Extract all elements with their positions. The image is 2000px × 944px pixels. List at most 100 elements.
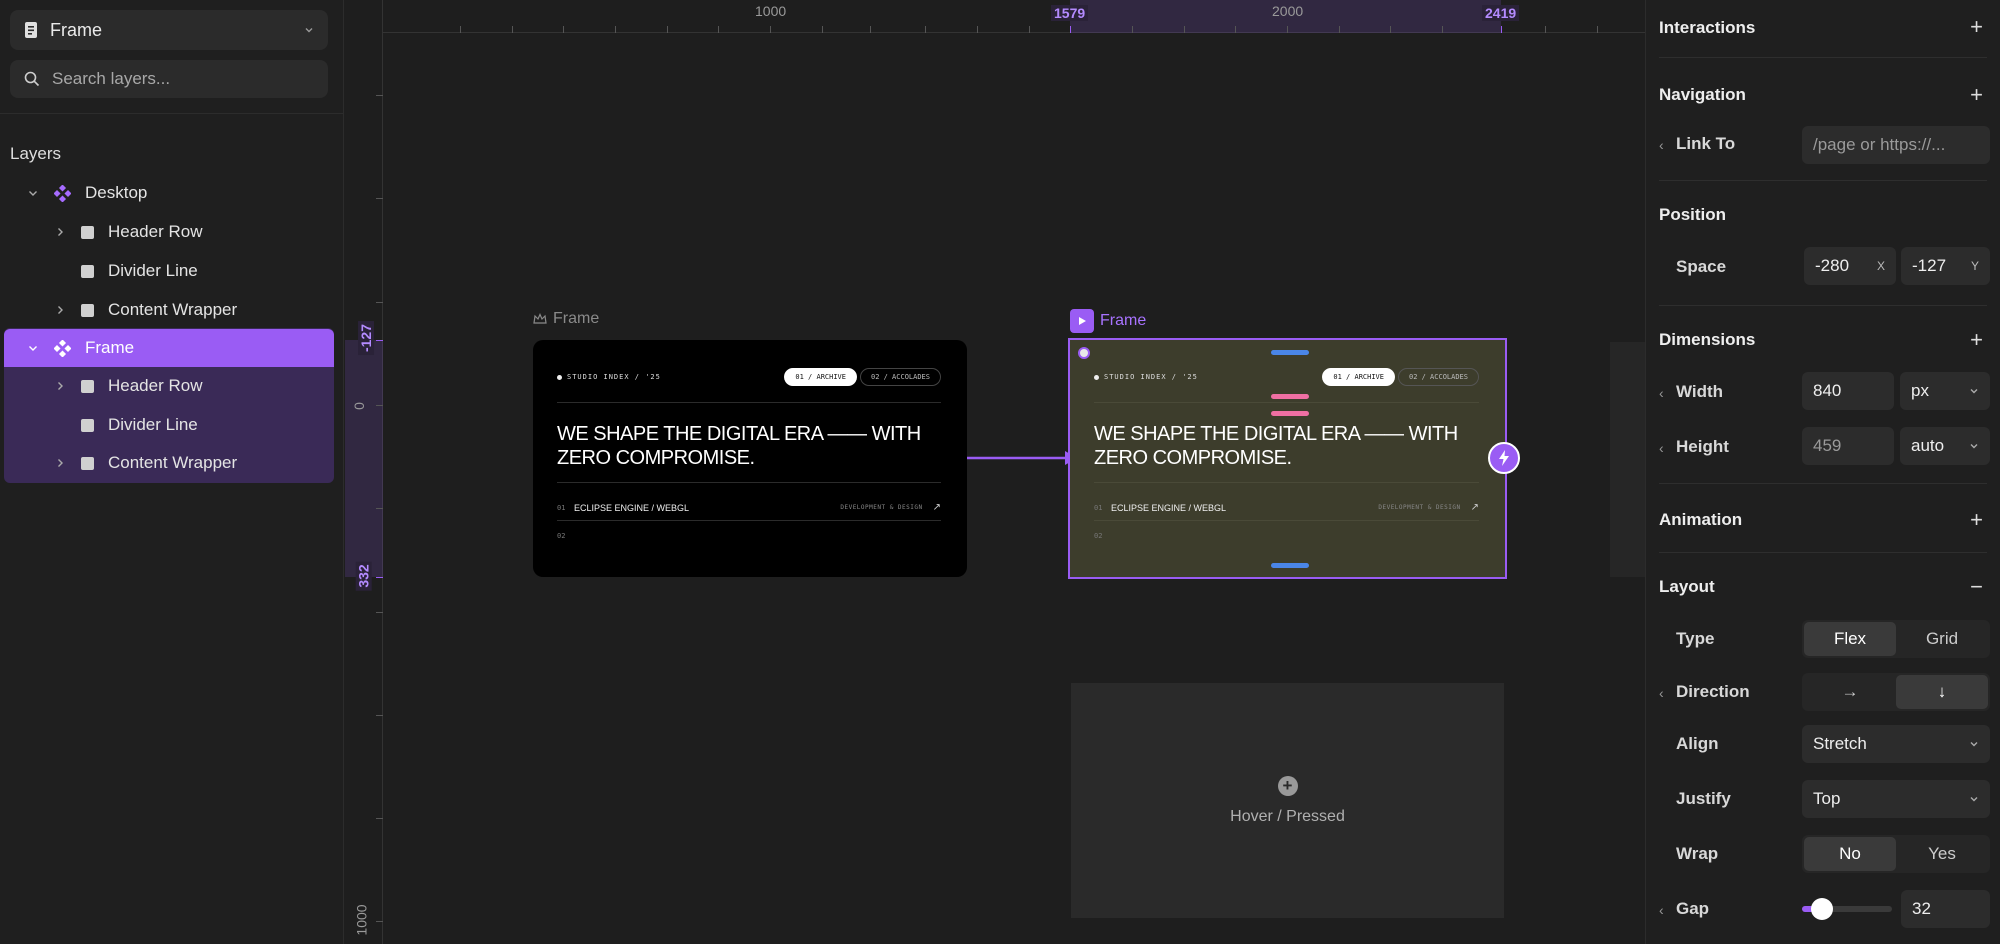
ruler-selection-start: 1579 xyxy=(1051,5,1089,21)
arrow-right-icon[interactable]: → xyxy=(1804,675,1896,709)
play-icon[interactable] xyxy=(1070,309,1094,333)
component-icon xyxy=(54,184,71,202)
layer-divider-line[interactable]: Divider Line xyxy=(4,407,334,443)
chevron-down-icon[interactable] xyxy=(26,186,40,200)
chevron-down-icon xyxy=(1969,441,1979,451)
layer-label: Divider Line xyxy=(108,261,198,280)
direction-toggle: → ↓ xyxy=(1802,673,1990,711)
remove-layout-button[interactable]: − xyxy=(1970,576,1983,598)
gap-field[interactable]: 32 xyxy=(1901,890,1990,928)
properties-panel: Interactions + Navigation + ‹ Link To /p… xyxy=(1645,0,2000,944)
prototype-connection[interactable] xyxy=(965,448,1085,468)
ruler-selection-highlight xyxy=(345,340,383,577)
frame-icon xyxy=(81,264,94,278)
chevron-down-icon xyxy=(1969,386,1979,396)
justify-label: Justify xyxy=(1676,789,1731,808)
width-unit-select[interactable]: px xyxy=(1900,372,1990,410)
layout-type-grid[interactable]: Grid xyxy=(1896,622,1988,656)
layer-label: Content Wrapper xyxy=(108,453,238,472)
search-input[interactable] xyxy=(52,69,312,89)
gap-handle[interactable] xyxy=(1271,394,1309,399)
ruler-label: 1000 xyxy=(755,3,787,19)
project-row: 01 ECLIPSE ENGINE / WEBGL DEVELOPMENT & … xyxy=(557,502,941,513)
layer-label: Frame xyxy=(85,338,135,357)
frame-b-label[interactable]: Frame xyxy=(1070,309,1146,333)
chevron-right-icon[interactable] xyxy=(53,225,67,239)
layer-content-wrapper[interactable]: Content Wrapper xyxy=(4,445,334,481)
component-icon xyxy=(54,339,71,357)
add-variant-hover-pressed[interactable]: + Hover / Pressed xyxy=(1071,683,1504,918)
layer-content-wrapper[interactable]: Content Wrapper xyxy=(4,292,334,328)
section-layout: Layout xyxy=(1659,577,1715,596)
justify-select[interactable]: Top xyxy=(1802,780,1990,818)
ruler-selection-start: -127 xyxy=(358,320,375,356)
layer-desktop[interactable]: Desktop xyxy=(4,175,334,211)
chevron-right-icon[interactable] xyxy=(53,379,67,393)
add-animation-button[interactable]: + xyxy=(1970,509,1983,531)
chevron-left-icon[interactable]: ‹ xyxy=(1659,440,1664,456)
padding-handle-top[interactable] xyxy=(1271,350,1309,355)
gap-handle[interactable] xyxy=(1271,411,1309,416)
width-field[interactable]: 840 xyxy=(1802,372,1894,410)
chevron-left-icon[interactable]: ‹ xyxy=(1659,137,1664,153)
align-select[interactable]: Stretch xyxy=(1802,725,1990,763)
design-canvas[interactable]: 1000 2000 1579 2419 -127 0 332 1000 Fram… xyxy=(345,0,1645,944)
ruler-horizontal: 1000 2000 1579 2419 xyxy=(345,0,1645,33)
arrow-down-icon[interactable]: ↓ xyxy=(1896,675,1988,709)
space-label: Space xyxy=(1676,257,1727,276)
section-position: Position xyxy=(1659,205,1727,224)
lightning-icon[interactable] xyxy=(1488,442,1520,474)
height-field[interactable]: 459 xyxy=(1802,427,1894,465)
wrap-yes[interactable]: Yes xyxy=(1896,837,1988,871)
chevron-left-icon[interactable]: ‹ xyxy=(1659,385,1664,401)
layer-frame[interactable]: Frame xyxy=(4,329,334,367)
layer-header-row[interactable]: Header Row xyxy=(4,368,334,404)
chevron-down-icon xyxy=(1969,794,1979,804)
padding-handle-bottom[interactable] xyxy=(1271,563,1309,568)
sidebar-divider xyxy=(0,113,344,114)
add-dimension-button[interactable]: + xyxy=(1970,329,1983,351)
layer-label: Header Row xyxy=(108,222,203,241)
frame-selector[interactable]: Frame xyxy=(10,10,328,50)
chevron-left-icon[interactable]: ‹ xyxy=(1659,685,1664,701)
layout-type-flex[interactable]: Flex xyxy=(1804,622,1896,656)
ruler-vertical: -127 0 332 1000 xyxy=(345,0,383,944)
tab-archive: 01 / ARCHIVE xyxy=(784,368,857,386)
variant-label: Hover / Pressed xyxy=(1230,807,1345,825)
chevron-left-icon[interactable]: ‹ xyxy=(1659,902,1664,918)
offscreen-frame[interactable] xyxy=(1610,342,1645,577)
frame-a-label[interactable]: Frame xyxy=(533,310,599,328)
chevron-right-icon[interactable] xyxy=(53,456,67,470)
frame-a-card[interactable]: STUDIO INDEX / '25 01 / ARCHIVE 02 / ACC… xyxy=(533,340,967,577)
document-icon xyxy=(24,21,38,39)
layer-label: Header Row xyxy=(108,376,203,395)
add-interaction-button[interactable]: + xyxy=(1970,16,1983,38)
layer-label: Content Wrapper xyxy=(108,300,238,319)
chevron-down-icon[interactable] xyxy=(26,341,40,355)
height-unit-select[interactable]: auto xyxy=(1900,427,1990,465)
link-to-field[interactable]: /page or https://... xyxy=(1802,126,1990,164)
gap-slider-knob[interactable] xyxy=(1811,898,1833,920)
layer-header-row[interactable]: Header Row xyxy=(4,214,334,250)
project-row-2: 02 xyxy=(1094,532,1103,540)
layer-label: Desktop xyxy=(85,183,148,202)
search-icon xyxy=(24,71,40,87)
frame-icon xyxy=(81,418,94,432)
wrap-no[interactable]: No xyxy=(1804,837,1896,871)
card-tabs: 01 / ARCHIVE 02 / ACCOLADES xyxy=(784,368,941,386)
layer-divider-line[interactable]: Divider Line xyxy=(4,253,334,289)
add-navigation-button[interactable]: + xyxy=(1970,84,1983,106)
studio-label: STUDIO INDEX / '25 xyxy=(1094,373,1198,381)
layers-heading: Layers xyxy=(10,144,62,163)
ruler-label: 0 xyxy=(350,402,367,410)
frame-icon xyxy=(81,456,94,470)
frame-b-card[interactable]: STUDIO INDEX / '25 01 / ARCHIVE 02 / ACC… xyxy=(1068,338,1507,579)
editor-app: Frame Layers Desktop xyxy=(0,0,2000,944)
position-y-field[interactable]: -127 Y xyxy=(1901,247,1990,285)
corner-radius-handle[interactable] xyxy=(1078,347,1090,359)
section-interactions: Interactions xyxy=(1659,18,1756,37)
studio-label: STUDIO INDEX / '25 xyxy=(557,373,661,381)
chevron-right-icon[interactable] xyxy=(53,303,67,317)
position-x-field[interactable]: -280 X xyxy=(1804,247,1896,285)
gap-slider[interactable] xyxy=(1802,898,1892,920)
